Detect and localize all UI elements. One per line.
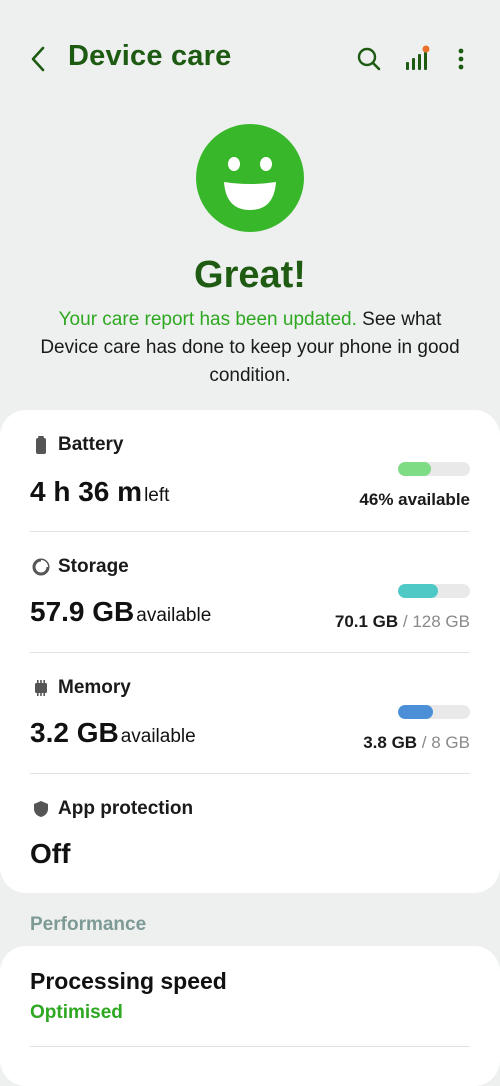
battery-availability: 46% available xyxy=(359,490,470,510)
app-protection-status: Off xyxy=(30,838,71,869)
storage-value: 57.9 GB available xyxy=(30,596,211,628)
divider xyxy=(30,531,470,532)
storage-total-text: / 128 GB xyxy=(398,612,470,631)
app-protection-value: Off xyxy=(30,838,70,870)
memory-total-text: / 8 GB xyxy=(417,733,470,752)
memory-chip-icon xyxy=(35,680,47,696)
diagnostics-button[interactable] xyxy=(402,44,432,74)
processing-speed-status: Optimised xyxy=(30,1002,123,1023)
status-heading: Great! xyxy=(194,254,306,296)
app-bar: Device care xyxy=(0,0,500,120)
battery-value-number: 4 h 36 m xyxy=(30,476,143,507)
storage-usage: 70.1 GB / 128 GB xyxy=(335,612,470,632)
storage-label: Storage xyxy=(58,556,129,577)
storage-value-unit: available xyxy=(136,605,212,626)
storage-used-text: 70.1 GB xyxy=(334,612,399,631)
back-button[interactable] xyxy=(26,44,52,74)
battery-value-unit: left xyxy=(144,485,170,506)
status-summary: Great! Your care report has been updated… xyxy=(0,120,500,410)
section-header-performance: Performance xyxy=(30,914,147,935)
more-vert-icon xyxy=(458,48,464,70)
memory-label: Memory xyxy=(58,677,131,698)
report-highlight[interactable]: Your care report has been updated. xyxy=(59,309,357,330)
storage-pie-icon xyxy=(32,558,50,576)
more-options-button[interactable] xyxy=(446,44,476,74)
divider xyxy=(30,773,470,774)
processing-speed-title: Processing speed xyxy=(30,968,227,994)
shield-icon xyxy=(34,801,48,817)
page-title: Device care xyxy=(68,40,232,72)
memory-usage: 3.8 GB / 8 GB xyxy=(363,733,470,753)
memory-row[interactable]: Memory 3.2 GB available 3.8 GB / 8 GB xyxy=(30,677,470,777)
memory-value-unit: available xyxy=(120,726,196,747)
storage-row[interactable]: Storage 57.9 GB available 70.1 GB / 128 G… xyxy=(30,556,470,656)
performance-card: Processing speed Optimised xyxy=(0,946,500,1086)
memory-value: 3.2 GB available xyxy=(30,717,196,749)
report-message: Your care report has been updated. See w… xyxy=(30,306,470,390)
app-protection-row[interactable]: App protection Off xyxy=(30,798,470,888)
battery-value: 4 h 36 m left xyxy=(30,476,169,508)
storage-value-number: 57.9 GB xyxy=(30,596,135,627)
battery-bar xyxy=(398,462,470,476)
battery-icon xyxy=(36,436,46,454)
device-status-card: Battery 4 h 36 m left 46% available Stora… xyxy=(0,410,500,893)
memory-used-text: 3.8 GB xyxy=(363,733,418,752)
notification-dot xyxy=(422,45,430,53)
app-protection-label: App protection xyxy=(58,798,194,819)
memory-bar-fill xyxy=(398,705,433,719)
battery-available-text: 46% available xyxy=(359,490,470,509)
signal-bars-icon xyxy=(406,45,430,70)
search-button[interactable] xyxy=(354,44,384,74)
memory-bar xyxy=(398,705,470,719)
battery-label: Battery xyxy=(58,434,124,455)
divider xyxy=(30,1046,470,1047)
search-icon xyxy=(357,47,381,71)
storage-bar xyxy=(398,584,470,598)
chevron-left-icon xyxy=(31,46,45,72)
smiley-face-icon xyxy=(196,124,304,232)
storage-bar-fill xyxy=(398,584,438,598)
battery-row[interactable]: Battery 4 h 36 m left 46% available xyxy=(30,434,470,534)
memory-value-number: 3.2 GB xyxy=(30,717,119,748)
divider xyxy=(30,652,470,653)
battery-bar-fill xyxy=(398,462,432,476)
